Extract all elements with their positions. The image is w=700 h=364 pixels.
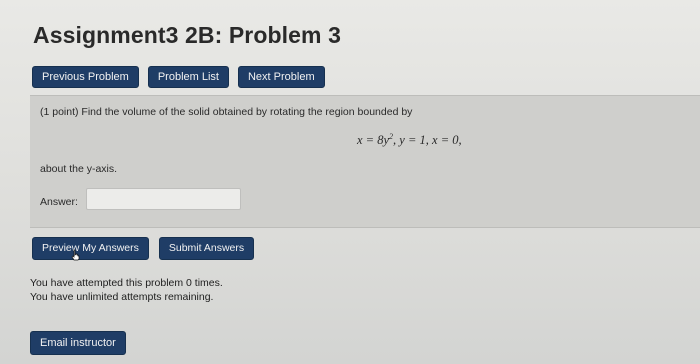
answer-actions: Preview My Answers Submit Answers — [32, 237, 255, 260]
email-instructor-button[interactable]: Email instructor — [30, 331, 126, 355]
submit-answers-button[interactable]: Submit Answers — [158, 237, 255, 260]
previous-problem-button[interactable]: Previous Problem — [32, 66, 139, 88]
attempts-status: You have attempted this problem 0 times.… — [30, 276, 223, 304]
rotation-axis-text: about the y-axis. — [40, 163, 118, 175]
equation-x: x = 8y — [357, 133, 390, 148]
hand-cursor-icon — [71, 249, 80, 261]
page-title: Assignment3 2B: Problem 3 — [33, 22, 341, 48]
problem-panel: (1 point) Find the volume of the solid o… — [30, 95, 700, 228]
attempted-count-text: You have attempted this problem 0 times. — [30, 277, 223, 289]
problem-nav: Previous Problem Problem List Next Probl… — [32, 66, 325, 88]
attempts-remaining-text: You have unlimited attempts remaining. — [30, 291, 214, 303]
answer-label: Answer: — [40, 196, 78, 208]
problem-equation: x = 8y2, y = 1, x = 0, — [357, 132, 462, 148]
answer-input[interactable] — [86, 188, 241, 210]
problem-prompt: (1 point) Find the volume of the solid o… — [40, 106, 413, 118]
page: Assignment3 2B: Problem 3 Previous Probl… — [0, 0, 700, 364]
preview-answers-button[interactable]: Preview My Answers — [32, 237, 149, 260]
equation-rest: , y = 1, x = 0, — [393, 133, 462, 148]
next-problem-button[interactable]: Next Problem — [237, 66, 325, 88]
problem-list-button[interactable]: Problem List — [147, 66, 229, 88]
